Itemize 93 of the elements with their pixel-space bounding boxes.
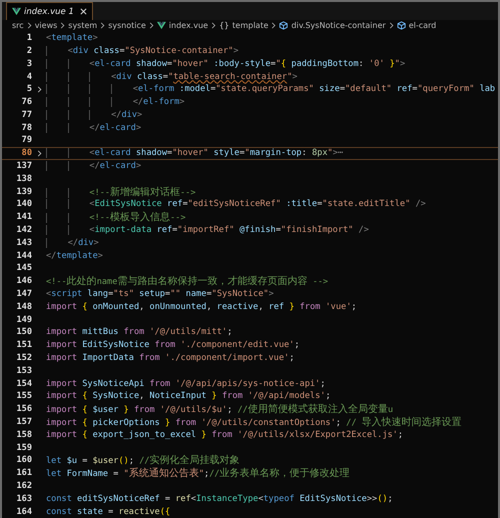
code-line: <EditSysNotice ref="editSysNoticeRef" :title="state.editTitle" />: [46, 199, 426, 210]
line-number: 149: [15, 314, 32, 325]
code-line: <el-card shadow="hover" :body-style="{ paddingBottom: '0' }">: [46, 58, 406, 69]
line-number: 142: [15, 225, 32, 236]
line-number: 146: [15, 276, 32, 286]
line-number: 141: [15, 212, 32, 222]
code-line: <import-data ref="importRef" @finish="finishImport" />: [46, 225, 369, 236]
line-number: 1: [26, 33, 32, 44]
fold-chevron-icon[interactable]: [36, 150, 42, 157]
chevron-icon: [100, 22, 106, 29]
line-number: 155: [15, 391, 32, 402]
code-line: const editSysNoticeRef = ref<InstanceType<typeof EditSysNotice>>();: [46, 494, 393, 504]
line-number: 148: [15, 302, 32, 312]
line-number: 3: [26, 58, 32, 69]
line-number: 2: [26, 46, 32, 56]
line-number: 5: [26, 84, 32, 94]
line-number: 161: [15, 468, 32, 478]
breadcrumb-item[interactable]: el-card: [408, 20, 436, 30]
line-number: 162: [15, 481, 32, 491]
line-number: 157: [15, 417, 32, 428]
code-line: import mittBus from '/@/utils/mitt';: [46, 327, 232, 338]
line-number: 137: [15, 161, 32, 172]
chevron-icon: [388, 22, 394, 29]
file-tab[interactable]: index.vue 1: [6, 2, 93, 20]
line-number: 138: [15, 174, 32, 184]
line-number: 147: [15, 289, 32, 300]
code-line: </el-card>: [46, 122, 142, 133]
code-line: <el-card shadow="hover" style="margin-top: 8px">⋯: [46, 148, 344, 158]
line-number: 151: [15, 340, 32, 350]
code-line: </el-form>: [46, 97, 185, 108]
close-icon[interactable]: [80, 8, 87, 15]
breadcrumb-item[interactable]: system: [68, 20, 98, 30]
chevron-icon: [26, 22, 32, 29]
code-line: </div>: [46, 238, 99, 248]
code-line: <template>: [46, 33, 98, 44]
code-line: <!--此处的name需与路由名称保持一致，才能缓存页面内容 -->: [46, 274, 328, 288]
line-number: 152: [15, 353, 32, 364]
code-line: import { SysNotice, NoticeInput } from '/@/api/models';: [46, 391, 331, 402]
fold-chevron-icon[interactable]: [36, 86, 42, 93]
code-line: </div>: [46, 110, 142, 120]
code-line: </el-card>: [46, 161, 142, 172]
line-number: 156: [15, 404, 32, 414]
chevron-icon: [211, 22, 216, 29]
vue-logo-icon: [12, 7, 21, 16]
line-number: 163: [15, 494, 32, 504]
chevron-icon: [148, 22, 154, 29]
code-line: const state = reactive({: [46, 506, 170, 517]
chevron-icon: [60, 22, 66, 29]
code-line: <div class="table-search-container">: [46, 72, 298, 82]
code-line: let $u = $user(); //实例化全局挂载对象: [46, 454, 240, 468]
code-line: <!--模板导入信息-->: [46, 210, 186, 224]
line-number: 143: [15, 238, 32, 248]
line-number: 139: [15, 186, 32, 197]
line-number: 159: [15, 442, 32, 453]
line-number: 140: [15, 199, 32, 210]
breadcrumb-item[interactable]: views: [34, 20, 58, 30]
breadcrumb-item[interactable]: template: [232, 20, 268, 30]
line-number: 164: [15, 506, 32, 517]
breadcrumb-item[interactable]: src: [12, 20, 24, 30]
line-number: 78: [20, 122, 32, 133]
line-number: 79: [20, 135, 32, 146]
chevron-icon: [271, 22, 276, 29]
line-number: 153: [15, 366, 32, 376]
code-line: <script lang="ts" setup="" name="SysNotice">: [46, 289, 274, 300]
line-number: 150: [15, 327, 32, 338]
breadcrumb-item[interactable]: div.SysNotice-container: [291, 20, 386, 30]
line-number: 77: [20, 110, 32, 120]
line-number: 154: [15, 378, 32, 389]
braces-icon: {}: [219, 20, 230, 30]
code-line: <!--新增编辑对话框-->: [46, 184, 196, 199]
line-number: 144: [15, 250, 32, 261]
code-line: import { pickerOptions } from '/@/utils/constantOptions'; // 导入快速时间选择设置: [46, 416, 462, 430]
vue-logo-icon: [156, 20, 166, 30]
cube-icon: [279, 20, 288, 30]
code-line: </template>: [46, 250, 103, 261]
code-line: import EditSysNotice from './component/edit.vue';: [46, 340, 300, 350]
code-line: <el-form :model="state.queryParams" size="default" ref="queryForm" lab: [46, 84, 496, 94]
code-line: import { export_json_to_excel } from '/@/utils/xlsx/Export2Excel.js';: [46, 430, 404, 440]
code-line: import SysNoticeApi from '/@/api/apis/sys-notice-api';: [46, 378, 326, 389]
breadcrumb-item[interactable]: sysnotice: [108, 20, 146, 30]
line-number: 158: [15, 430, 32, 440]
line-number: 80: [20, 148, 32, 158]
code-line: import { $user } from '/@/utils/$u'; //使用简便模式获取注入全局变量u: [46, 402, 394, 416]
code-line: import ImportData from './component/import.vue';: [46, 353, 294, 364]
code-line: <div class="SysNotice-container">: [46, 46, 238, 56]
line-number: 145: [15, 263, 32, 274]
line-number: 76: [20, 97, 32, 108]
cube-icon: [396, 20, 406, 30]
line-number: 4: [26, 72, 32, 82]
breadcrumb-item[interactable]: index.vue: [168, 20, 208, 30]
line-number: 160: [15, 455, 32, 466]
code-line: import { onMounted, onUnmounted, reactive, ref } from 'vue';: [46, 302, 357, 312]
code-line: let FormName = "系统通知公告表";//业务表单名称，便于修改处理: [46, 466, 350, 480]
